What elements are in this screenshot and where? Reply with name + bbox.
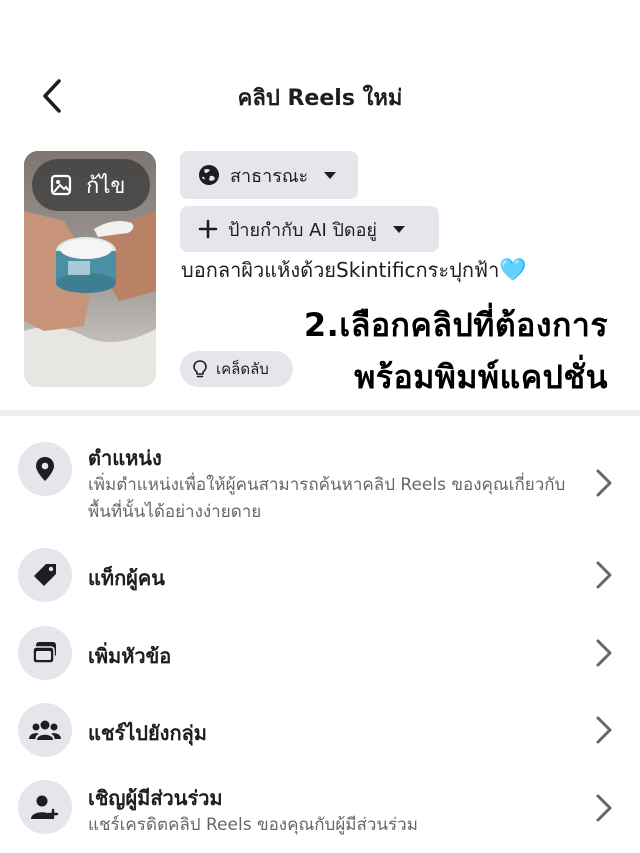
globe-icon bbox=[199, 165, 219, 185]
overlay-line-1: 2.เลือกคลิปที่ต้องการ bbox=[303, 306, 608, 344]
tips-button[interactable]: เคล็ดลับ bbox=[180, 351, 293, 387]
header: คลิป Reels ใหม่ bbox=[0, 58, 640, 134]
add-person-icon bbox=[31, 795, 59, 820]
chevron-right-icon bbox=[596, 469, 612, 497]
option-location[interactable]: ตำแหน่ง เพิ่มตำแหน่งเพื่อให้ผู้คนสามารถค… bbox=[0, 440, 640, 526]
option-add-topics[interactable]: เพิ่มหัวข้อ bbox=[0, 626, 640, 682]
tag-icon bbox=[34, 564, 56, 586]
groups-icon bbox=[29, 720, 61, 740]
add-person-icon-circle bbox=[18, 780, 72, 834]
overlay-line-2: พร้อมพิมพ์แคปชั่น bbox=[354, 358, 608, 396]
plus-icon bbox=[198, 219, 218, 239]
option-title: แท็กผู้คน bbox=[88, 566, 165, 590]
image-icon bbox=[50, 174, 72, 196]
caret-down-icon bbox=[324, 171, 337, 179]
topics-icon bbox=[32, 642, 56, 664]
caption-emoji: 🩵 bbox=[499, 258, 527, 283]
option-title: เชิญผู้มีส่วนร่วม bbox=[88, 786, 223, 810]
option-invite-collaborators[interactable]: เชิญผู้มีส่วนร่วม แชร์เครดิตคลิป Reels ข… bbox=[0, 780, 640, 846]
topics-icon-circle bbox=[18, 626, 72, 680]
caption-text[interactable]: บอกลาผิวแห้งด้วยSkintificกระปุกฟ้า🩵 bbox=[181, 254, 527, 286]
caption-body: บอกลาผิวแห้งด้วยSkintificกระปุกฟ้า bbox=[181, 258, 500, 282]
section-divider bbox=[0, 410, 640, 416]
video-thumbnail[interactable]: ก้ไข bbox=[24, 151, 156, 387]
edit-button[interactable]: ก้ไข bbox=[32, 159, 150, 211]
option-title: เพิ่มหัวข้อ bbox=[88, 644, 172, 668]
ai-label-text: ป้ายกำกับ AI ปิดอยู่ bbox=[228, 219, 377, 241]
option-title: แชร์ไปยังกลุ่ม bbox=[88, 721, 207, 745]
groups-icon-circle bbox=[18, 703, 72, 757]
option-share-to-group[interactable]: แชร์ไปยังกลุ่ม bbox=[0, 703, 640, 759]
tips-label: เคล็ดลับ bbox=[216, 360, 269, 378]
option-tag-people[interactable]: แท็กผู้คน bbox=[0, 548, 640, 604]
option-description: เพิ่มตำแหน่งเพื่อให้ผู้คนสามารถค้นหาคลิป… bbox=[88, 475, 566, 522]
chevron-right-icon bbox=[596, 639, 612, 667]
page-title: คลิป Reels ใหม่ bbox=[237, 86, 403, 111]
audience-label: สาธารณะ bbox=[230, 165, 309, 187]
ai-label-selector[interactable]: ป้ายกำกับ AI ปิดอยู่ bbox=[180, 206, 439, 252]
chevron-right-icon bbox=[596, 794, 612, 822]
location-pin-icon bbox=[36, 457, 54, 481]
audience-selector[interactable]: สาธารณะ bbox=[180, 151, 358, 199]
edit-label: ก้ไข bbox=[86, 173, 126, 199]
lightbulb-icon bbox=[193, 360, 207, 378]
option-title: ตำแหน่ง bbox=[88, 446, 162, 470]
chevron-right-icon bbox=[596, 716, 612, 744]
tag-icon-circle bbox=[18, 548, 72, 602]
chevron-right-icon bbox=[596, 561, 612, 589]
option-description: แชร์เครดิตคลิป Reels ของคุณกับผู้มีส่วนร… bbox=[88, 815, 418, 835]
location-icon-circle bbox=[18, 442, 72, 496]
caret-down-icon bbox=[392, 225, 405, 233]
